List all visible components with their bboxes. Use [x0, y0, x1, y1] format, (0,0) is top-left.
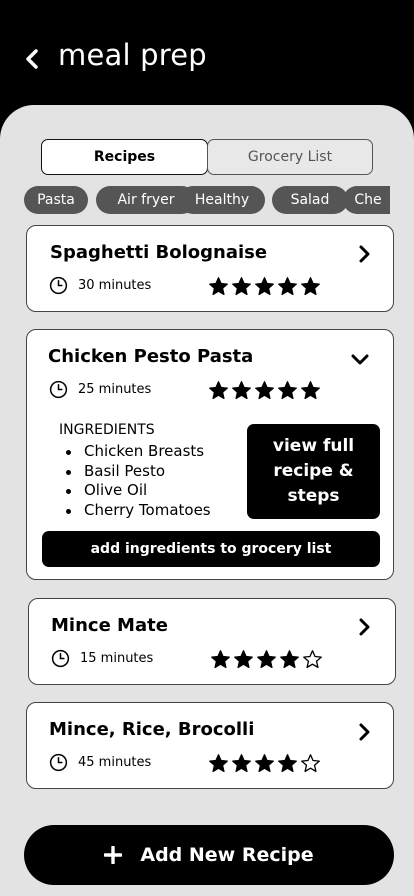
- clock-icon: [49, 276, 68, 295]
- ingredient-item: Chicken Breasts: [66, 442, 211, 462]
- filter-chip-salad[interactable]: Salad: [272, 186, 348, 214]
- star-filled-icon: [211, 650, 230, 669]
- filter-chip-pasta[interactable]: Pasta: [24, 186, 88, 214]
- star-filled-icon: [232, 381, 251, 400]
- star-filled-icon: [232, 277, 251, 296]
- ingredients-list: Chicken Breasts Basil Pesto Olive Oil Ch…: [66, 442, 211, 520]
- clock-icon: [51, 649, 70, 668]
- chevron-left-icon: [26, 49, 38, 69]
- star-filled-icon: [209, 754, 228, 773]
- star-filled-icon: [234, 650, 253, 669]
- chevron-right-icon[interactable]: [355, 722, 375, 742]
- star-filled-icon: [278, 754, 297, 773]
- tab-recipes[interactable]: Recipes: [41, 139, 208, 175]
- rating-stars: [208, 753, 321, 774]
- ingredient-item: Basil Pesto: [66, 462, 211, 482]
- recipe-time-text: 15 minutes: [80, 651, 154, 666]
- star-filled-icon: [209, 277, 228, 296]
- recipe-time: 45 minutes: [49, 753, 151, 772]
- recipe-title: Spaghetti Bolognaise: [50, 242, 268, 263]
- recipe-time: 25 minutes: [49, 380, 151, 399]
- star-filled-icon: [255, 381, 274, 400]
- clock-icon: [49, 753, 68, 772]
- rating-stars: [208, 380, 321, 401]
- recipe-time: 30 minutes: [49, 276, 151, 295]
- chevron-right-icon[interactable]: [355, 244, 375, 264]
- filter-chip-che[interactable]: Che: [343, 186, 390, 214]
- tab-grocery-list[interactable]: Grocery List: [207, 139, 373, 175]
- clock-icon: [49, 380, 68, 399]
- recipe-time-text: 30 minutes: [78, 278, 152, 293]
- star-filled-icon: [280, 650, 299, 669]
- ingredients-heading: INGREDIENTS: [59, 422, 155, 438]
- star-filled-icon: [301, 381, 320, 400]
- chevron-down-icon[interactable]: [350, 350, 370, 370]
- ingredient-item: Olive Oil: [66, 481, 211, 501]
- ingredient-item: Cherry Tomatoes: [66, 501, 211, 521]
- star-filled-icon: [209, 381, 228, 400]
- recipe-card[interactable]: Mince Mate 15 minutes: [28, 598, 396, 685]
- recipe-title: Mince Mate: [51, 615, 168, 636]
- filter-chips: Pasta Air fryer Healthy Salad Che: [24, 186, 390, 214]
- recipe-title: Chicken Pesto Pasta: [48, 346, 254, 367]
- chevron-right-icon[interactable]: [355, 617, 375, 637]
- view-tabs: Recipes Grocery List: [41, 139, 373, 175]
- recipe-time: 15 minutes: [51, 649, 153, 668]
- recipe-card[interactable]: Spaghetti Bolognaise 30 minutes: [26, 225, 394, 312]
- star-filled-icon: [255, 277, 274, 296]
- recipe-title: Mince, Rice, Brocolli: [49, 719, 255, 740]
- recipe-time-text: 25 minutes: [78, 382, 152, 397]
- view-full-recipe-button[interactable]: view full recipe & steps: [247, 424, 380, 519]
- star-outline-icon: [303, 650, 322, 669]
- star-outline-icon: [301, 754, 320, 773]
- star-filled-icon: [301, 277, 320, 296]
- rating-stars: [208, 276, 321, 297]
- recipe-card[interactable]: Mince, Rice, Brocolli 45 minutes: [26, 702, 394, 789]
- add-new-recipe-label: Add New Recipe: [140, 844, 314, 866]
- back-button[interactable]: [18, 44, 46, 74]
- star-filled-icon: [257, 650, 276, 669]
- page-title: meal prep: [58, 38, 207, 72]
- add-to-grocery-button[interactable]: add ingredients to grocery list: [42, 531, 380, 567]
- star-filled-icon: [278, 277, 297, 296]
- rating-stars: [210, 649, 323, 670]
- recipe-time-text: 45 minutes: [78, 755, 152, 770]
- star-filled-icon: [232, 754, 251, 773]
- filter-chip-healthy[interactable]: Healthy: [179, 186, 265, 214]
- plus-icon: [104, 846, 123, 864]
- star-filled-icon: [278, 381, 297, 400]
- add-new-recipe-button[interactable]: Add New Recipe: [24, 825, 394, 885]
- star-filled-icon: [255, 754, 274, 773]
